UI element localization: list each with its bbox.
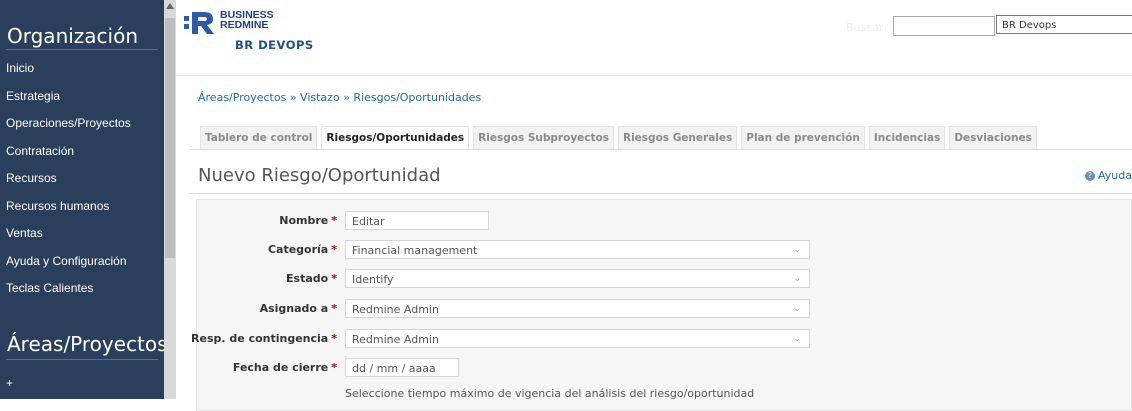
required-mark: * bbox=[331, 272, 337, 285]
tab-plan-de-prevencion[interactable]: Plan de prevención bbox=[741, 126, 865, 149]
search-label: Buscar: bbox=[846, 21, 888, 34]
estado-select[interactable]: Identify ⌄ bbox=[345, 269, 810, 288]
tab-tablero-de-control[interactable]: Tablero de control bbox=[200, 126, 318, 149]
chevron-down-icon: ⌄ bbox=[793, 334, 801, 344]
row-estado: Estado * Identify ⌄ bbox=[197, 269, 1127, 289]
categoria-value: Financial management bbox=[352, 244, 478, 257]
contingencia-select[interactable]: Redmine Admin ⌄ bbox=[345, 329, 810, 348]
breadcrumb-separator: » bbox=[343, 91, 350, 104]
fecha-label-text: Fecha de cierre bbox=[232, 361, 329, 374]
breadcrumb-separator: » bbox=[289, 91, 297, 104]
sidebar-item-ventas[interactable]: Ventas bbox=[0, 220, 164, 248]
asignado-value: Redmine Admin bbox=[352, 303, 439, 316]
breadcrumb-areas-proyectos[interactable]: Áreas/Proyectos bbox=[198, 91, 286, 104]
sidebar-item-contratacion[interactable]: Contratación bbox=[0, 138, 164, 166]
help-link[interactable]: ? Ayuda bbox=[1085, 169, 1132, 182]
chevron-down-icon: ⌄ bbox=[793, 274, 801, 284]
sidebar-item-inicio[interactable]: Inicio bbox=[0, 55, 164, 83]
fecha-hint: Seleccione tiempo máximo de vigencia del… bbox=[345, 387, 755, 400]
asignado-select[interactable]: Redmine Admin ⌄ bbox=[345, 299, 810, 318]
tabs-divider bbox=[190, 149, 1132, 150]
header-divider bbox=[176, 75, 1132, 76]
nombre-input[interactable]: Editar bbox=[345, 211, 489, 230]
sidebar-item-operaciones-proyectos[interactable]: Operaciones/Proyectos bbox=[0, 110, 164, 138]
fecha-cierre-input[interactable]: dd / mm / aaaa bbox=[345, 358, 459, 377]
breadcrumb-vistazo[interactable]: Vistazo bbox=[300, 91, 340, 104]
sidebar-item-teclas-calientes[interactable]: Teclas Calientes bbox=[0, 275, 164, 303]
sidebar-item-ayuda-configuracion[interactable]: Ayuda y Configuración bbox=[0, 248, 164, 276]
estado-label-text: Estado bbox=[286, 272, 329, 285]
sidebar-item-estrategia[interactable]: Estrategia bbox=[0, 83, 164, 111]
nombre-label: Nombre * bbox=[279, 214, 337, 227]
categoria-label-text: Categoría bbox=[267, 243, 329, 256]
tab-desviaciones[interactable]: Desviaciones bbox=[949, 126, 1037, 149]
categoria-label: Categoría * bbox=[268, 243, 337, 256]
title-divider bbox=[190, 193, 1132, 194]
sidebar-item-recursos-humanos[interactable]: Recursos humanos bbox=[0, 193, 164, 221]
main-tabs: Tablero de control Riesgos/Oportunidades… bbox=[200, 126, 1041, 150]
chevron-down-icon: ⌄ bbox=[793, 245, 801, 255]
required-mark: * bbox=[331, 361, 337, 374]
project-name[interactable]: BR DEVOPS bbox=[235, 38, 314, 52]
estado-value: Identify bbox=[352, 273, 394, 286]
logo-text: BUSINESS REDMINE bbox=[220, 10, 274, 31]
page-title: Nuevo Riesgo/Oportunidad bbox=[198, 165, 441, 186]
tab-riesgos-oportunidades[interactable]: Riesgos/Oportunidades bbox=[321, 126, 470, 149]
sidebar-divider bbox=[6, 359, 158, 360]
required-mark: * bbox=[331, 332, 337, 345]
row-categoria: Categoría * Financial management ⌄ bbox=[197, 240, 1127, 260]
required-mark: * bbox=[331, 243, 337, 256]
tab-riesgos-generales[interactable]: Riesgos Generales bbox=[618, 126, 738, 149]
sidebar-heading-areas-proyectos: Áreas/Proyectos bbox=[7, 332, 168, 356]
project-jump-select[interactable]: BR Devops bbox=[996, 15, 1132, 34]
sidebar-heading-organizacion: Organización bbox=[7, 24, 139, 48]
sidebar-divider bbox=[6, 49, 158, 50]
required-mark: * bbox=[331, 302, 337, 315]
nombre-label-text: Nombre bbox=[279, 214, 329, 227]
row-asignado: Asignado a * Redmine Admin ⌄ bbox=[197, 299, 1127, 319]
search-input[interactable] bbox=[893, 16, 995, 36]
contingencia-label-text: Resp. de contingencia bbox=[191, 332, 329, 345]
row-fecha: Fecha de cierre * dd / mm / aaaa bbox=[197, 358, 1127, 378]
sidebar-scrollbar[interactable] bbox=[164, 0, 176, 399]
contingencia-value: Redmine Admin bbox=[352, 333, 439, 346]
breadcrumb-riesgos-oportunidades[interactable]: Riesgos/Oportunidades bbox=[353, 91, 481, 104]
sidebar: Organización Inicio Estrategia Operacion… bbox=[0, 0, 176, 399]
asignado-label: Asignado a * bbox=[260, 302, 337, 315]
sidebar-add-project[interactable]: + bbox=[0, 370, 46, 398]
sidebar-menu: Inicio Estrategia Operaciones/Proyectos … bbox=[0, 55, 164, 303]
help-icon: ? bbox=[1085, 171, 1095, 181]
scroll-up-arrow-icon[interactable] bbox=[166, 3, 174, 9]
asignado-label-text: Asignado a bbox=[259, 302, 329, 315]
estado-label: Estado * bbox=[286, 272, 337, 285]
new-risk-form: Nombre * Editar Categoría * Financial mana… bbox=[191, 199, 1132, 411]
required-mark: * bbox=[331, 214, 337, 227]
categoria-select[interactable]: Financial management ⌄ bbox=[345, 240, 810, 259]
logo-line-2: REDMINE bbox=[220, 19, 269, 31]
tab-riesgos-subproyectos[interactable]: Riesgos Subproyectos bbox=[473, 126, 614, 149]
tab-incidencias[interactable]: Incidencias bbox=[868, 126, 946, 149]
contingencia-label: Resp. de contingencia * bbox=[191, 332, 337, 345]
business-redmine-logo-icon[interactable] bbox=[184, 10, 216, 36]
row-contingencia: Resp. de contingencia * Redmine Admin ⌄ bbox=[191, 329, 1127, 349]
chevron-down-icon: ⌄ bbox=[793, 304, 801, 314]
scrollbar-thumb[interactable] bbox=[165, 18, 175, 258]
sidebar-item-recursos[interactable]: Recursos bbox=[0, 165, 164, 193]
breadcrumb: Áreas/Proyectos » Vistazo » Riesgos/Opor… bbox=[198, 91, 481, 104]
fecha-label: Fecha de cierre * bbox=[233, 361, 337, 374]
row-nombre: Nombre * Editar bbox=[197, 211, 1127, 231]
header: BUSINESS REDMINE BR DEVOPS Buscar: BR De… bbox=[176, 0, 1132, 75]
help-label[interactable]: Ayuda bbox=[1098, 169, 1132, 182]
